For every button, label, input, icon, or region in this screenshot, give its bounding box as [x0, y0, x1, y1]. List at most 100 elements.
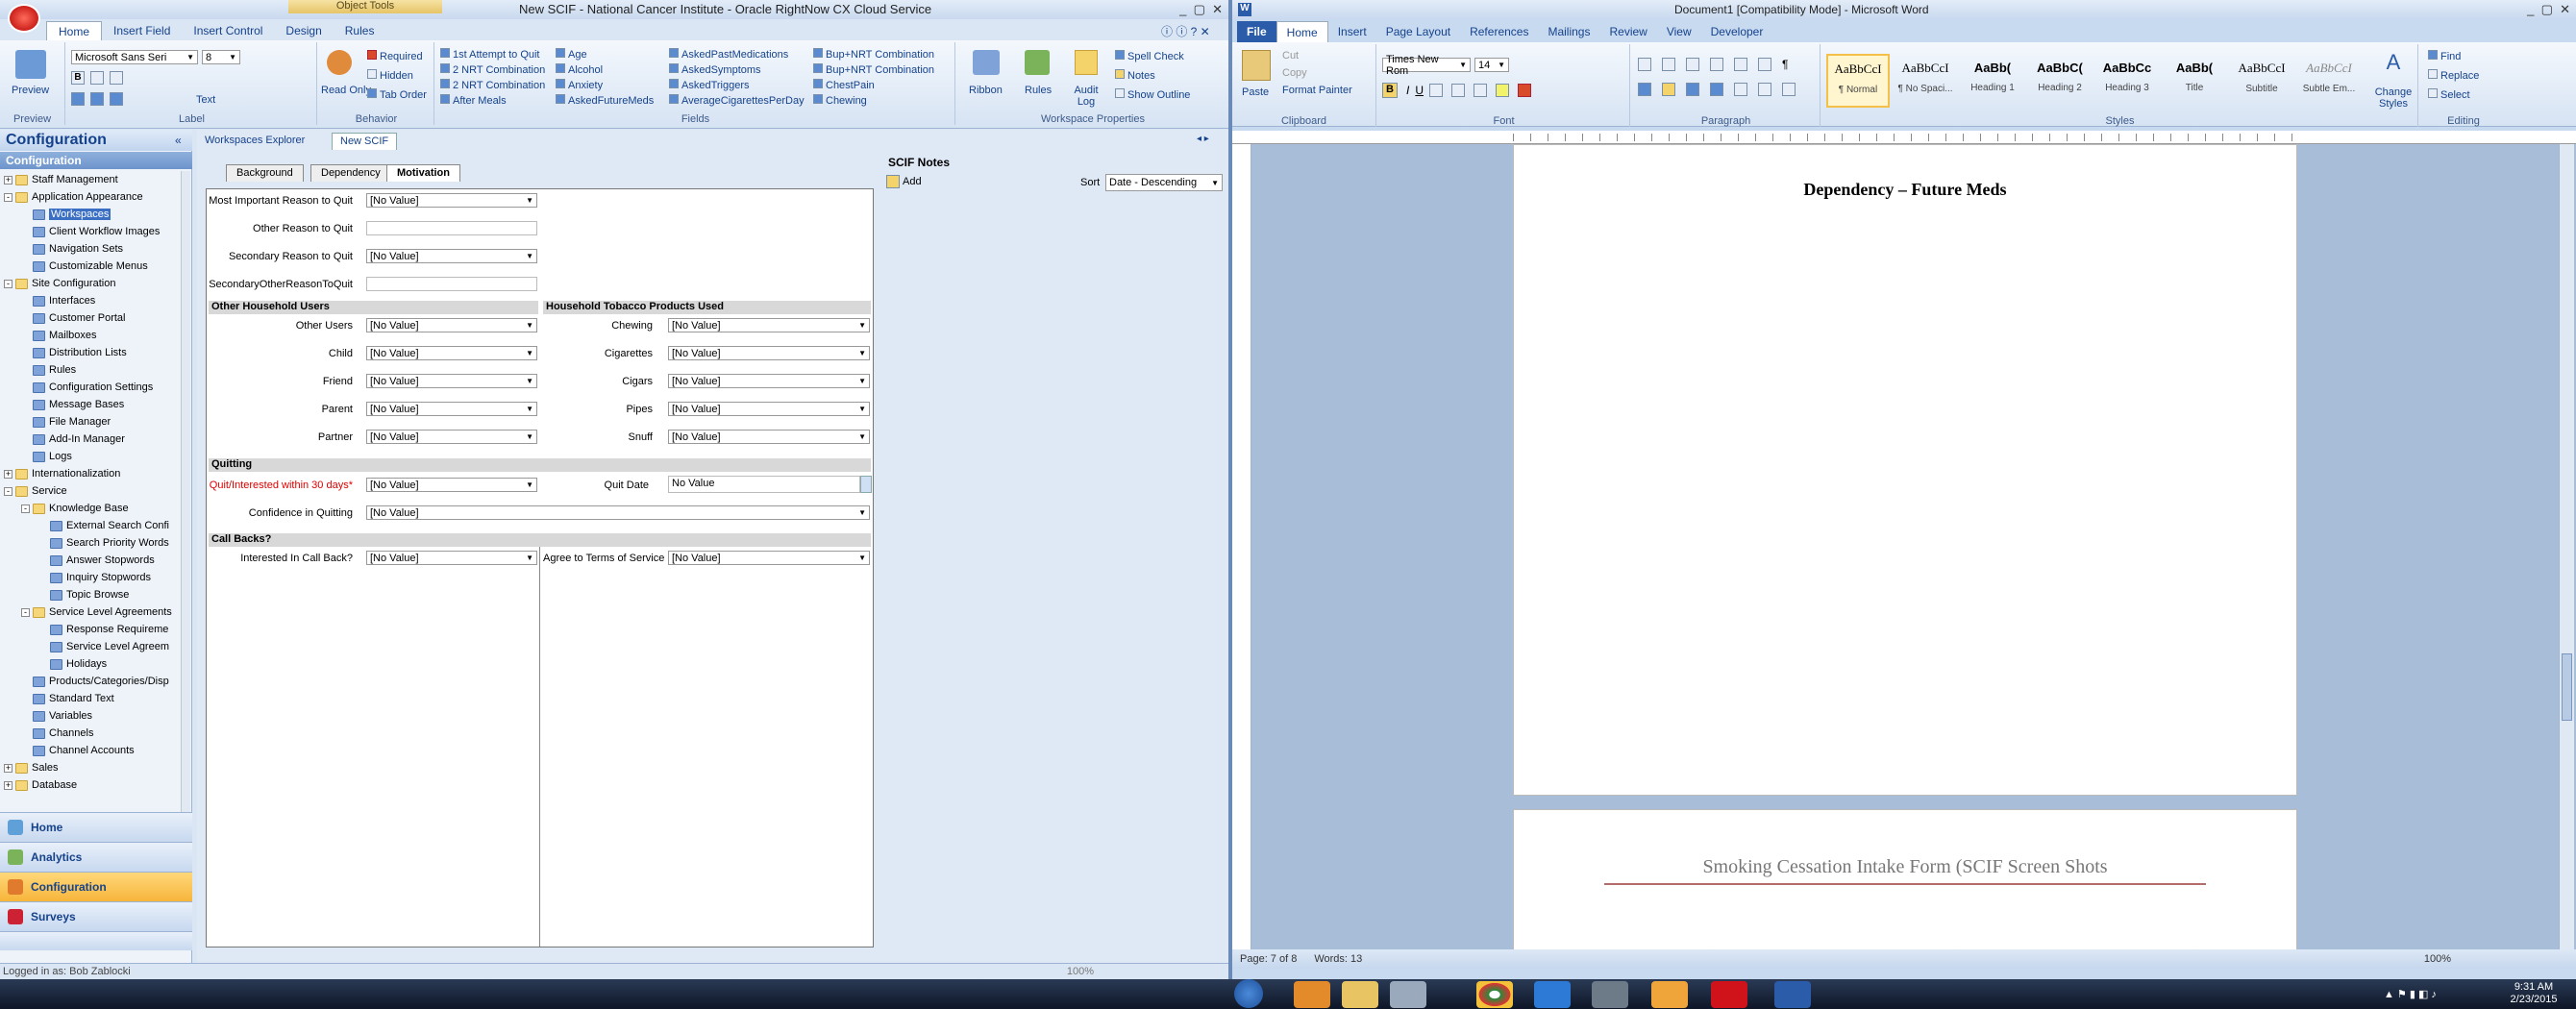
- field-item[interactable]: Chewing: [813, 94, 938, 110]
- superscript-icon[interactable]: [1474, 84, 1488, 97]
- rules-icon[interactable]: [1025, 50, 1050, 75]
- tree-item[interactable]: Configuration Settings: [0, 379, 181, 396]
- form-select[interactable]: [No Value] ▼: [668, 346, 870, 360]
- word-font-size-select[interactable]: 14 ▼: [1474, 58, 1509, 72]
- quit-interest-select[interactable]: [No Value] ▼: [366, 478, 537, 492]
- document-page-2[interactable]: Smoking Cessation Intake Form (SCIF Scre…: [1513, 809, 2297, 963]
- field-item[interactable]: Bup+NRT Combination: [813, 48, 938, 63]
- align-left-icon[interactable]: [71, 92, 85, 106]
- form-text-field[interactable]: [366, 277, 537, 291]
- format-painter-button[interactable]: Format Painter: [1282, 85, 1352, 96]
- hidden-button[interactable]: Hidden: [367, 69, 413, 82]
- nav-analytics-button[interactable]: Analytics: [0, 842, 192, 872]
- quit-date-field[interactable]: No Value: [668, 476, 860, 493]
- bullets-icon[interactable]: [1638, 58, 1651, 71]
- form-select[interactable]: [No Value] ▼: [668, 402, 870, 416]
- tree-item[interactable]: External Search Confi: [0, 517, 181, 534]
- tree-item[interactable]: Channel Accounts: [0, 742, 181, 759]
- style-swatch[interactable]: AaBb(Heading 1: [1961, 54, 2024, 108]
- cut-button[interactable]: Cut: [1282, 50, 1299, 62]
- borders-icon[interactable]: [1782, 83, 1796, 96]
- word-align-right-icon[interactable]: [1686, 83, 1699, 96]
- tab-home[interactable]: Home: [46, 21, 103, 40]
- rightnow-taskbar-icon[interactable]: [1711, 981, 1747, 1008]
- style-swatch[interactable]: AaBb(Title: [2163, 54, 2226, 108]
- word-tab-home[interactable]: Home: [1276, 21, 1328, 42]
- form-select[interactable]: [No Value] ▼: [366, 318, 537, 332]
- form-tab-motivation[interactable]: Motivation: [386, 164, 460, 182]
- field-item[interactable]: Anxiety: [556, 79, 669, 94]
- vertical-scrollbar[interactable]: [2559, 144, 2574, 949]
- tree-item[interactable]: Workspaces: [0, 206, 181, 223]
- find-button[interactable]: Find: [2428, 50, 2461, 62]
- tree-item[interactable]: Interfaces: [0, 292, 181, 309]
- word-tab-view[interactable]: View: [1657, 21, 1701, 42]
- media-player-icon[interactable]: [1294, 981, 1330, 1008]
- word-font-select[interactable]: Times New Rom ▼: [1382, 54, 1471, 77]
- copy-button[interactable]: Copy: [1282, 67, 1307, 79]
- expand-toggle-icon[interactable]: +: [4, 175, 12, 185]
- app-icon[interactable]: [1390, 981, 1426, 1008]
- ribbon-icon[interactable]: [973, 50, 1000, 75]
- tree-item[interactable]: - Service: [0, 482, 181, 500]
- form-select[interactable]: [No Value] ▼: [366, 402, 537, 416]
- pilcrow-icon[interactable]: ¶: [1782, 58, 1788, 71]
- word-underline-button[interactable]: U: [1415, 84, 1424, 97]
- tree-item[interactable]: Customizable Menus: [0, 258, 181, 275]
- change-styles-icon[interactable]: A: [2378, 50, 2409, 79]
- subscript-icon[interactable]: [1451, 84, 1466, 97]
- read-only-button[interactable]: Read Only: [321, 85, 371, 96]
- expand-toggle-icon[interactable]: -: [4, 279, 12, 288]
- show-outline-button[interactable]: Show Outline: [1115, 88, 1190, 101]
- paste-icon[interactable]: [1242, 50, 1271, 81]
- text-button[interactable]: Text: [196, 94, 215, 106]
- tree-item[interactable]: Customer Portal: [0, 309, 181, 327]
- tree-item[interactable]: Products/Categories/Disp: [0, 673, 181, 690]
- shading-icon[interactable]: [1758, 83, 1771, 96]
- line-spacing-icon[interactable]: [1734, 83, 1747, 96]
- field-item[interactable]: AskedSymptoms: [669, 63, 813, 79]
- expand-toggle-icon[interactable]: +: [4, 469, 12, 479]
- word-tab-page-layout[interactable]: Page Layout: [1376, 21, 1460, 42]
- highlight-icon[interactable]: [1496, 84, 1510, 97]
- tree-item[interactable]: Search Priority Words: [0, 534, 181, 552]
- tab-design[interactable]: Design: [274, 21, 333, 40]
- expand-toggle-icon[interactable]: -: [4, 192, 12, 202]
- tree-item[interactable]: Standard Text: [0, 690, 181, 707]
- form-tab-background[interactable]: Background: [226, 164, 304, 182]
- collapse-nav-icon[interactable]: «: [175, 134, 182, 147]
- word-logo-icon[interactable]: W: [1238, 3, 1251, 16]
- form-text-field[interactable]: [366, 221, 537, 235]
- form-select[interactable]: [No Value] ▼: [668, 374, 870, 388]
- tray-icons[interactable]: ▲ ⚑ ▮ ◧ ♪: [2384, 988, 2437, 1000]
- tree-item[interactable]: Rules: [0, 361, 181, 379]
- explorer-icon[interactable]: [1342, 981, 1378, 1008]
- help-icons[interactable]: ⓘ ⓘ ? ✕: [1161, 23, 1210, 39]
- preview-icon[interactable]: [15, 50, 46, 79]
- word-window-controls[interactable]: _ ▢ ✕: [2527, 2, 2570, 17]
- field-item[interactable]: AverageCigarettesPerDay: [669, 94, 813, 110]
- calendar-icon[interactable]: [860, 476, 872, 493]
- word-zoom-level[interactable]: 100%: [2424, 953, 2451, 965]
- expand-toggle-icon[interactable]: +: [4, 763, 12, 773]
- tree-item[interactable]: Message Bases: [0, 396, 181, 413]
- tree-item[interactable]: Service Level Agreem: [0, 638, 181, 655]
- tree-item[interactable]: - Service Level Agreements: [0, 603, 181, 621]
- callback-select[interactable]: [No Value] ▼: [366, 551, 537, 565]
- sort-select[interactable]: Date - Descending ▼: [1105, 174, 1223, 191]
- audit-log-icon[interactable]: [1075, 50, 1098, 75]
- ruler[interactable]: [1232, 131, 2576, 144]
- font-color-icon[interactable]: [1518, 84, 1532, 97]
- style-swatch[interactable]: AaBbCcI Subtitle: [2230, 54, 2293, 108]
- word-taskbar-icon[interactable]: [1774, 981, 1811, 1008]
- tree-item[interactable]: + Sales: [0, 759, 181, 776]
- nav-more-button[interactable]: [0, 931, 192, 950]
- tree-item[interactable]: Logs: [0, 448, 181, 465]
- change-styles-button[interactable]: Change Styles: [2370, 86, 2416, 110]
- style-swatch[interactable]: AaBbCcI Subtle Em...: [2297, 54, 2361, 108]
- internet-explorer-icon[interactable]: [1534, 981, 1571, 1008]
- page-count[interactable]: Page: 7 of 8: [1240, 953, 1297, 965]
- form-select[interactable]: [No Value] ▼: [668, 430, 870, 444]
- chrome-icon[interactable]: [1476, 981, 1513, 1008]
- field-item[interactable]: Age: [556, 48, 669, 63]
